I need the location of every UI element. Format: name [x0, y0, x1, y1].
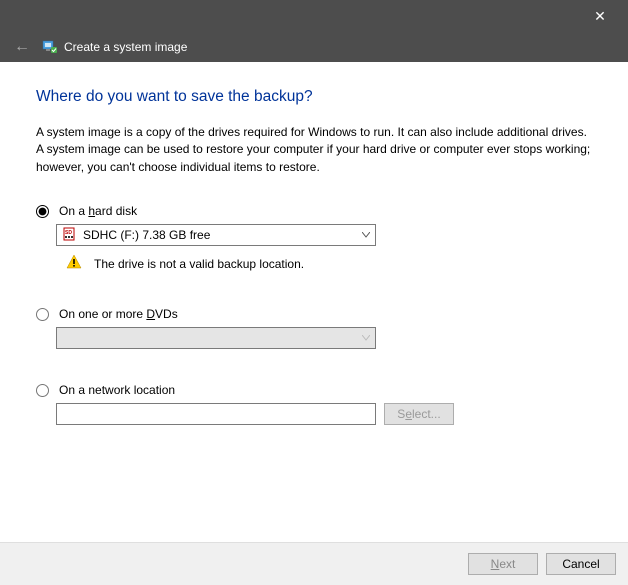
- next-button[interactable]: Next: [468, 553, 538, 575]
- page-description: A system image is a copy of the drives r…: [36, 124, 592, 176]
- radio-network[interactable]: [36, 384, 49, 397]
- window-title: Create a system image: [64, 40, 187, 54]
- network-path-input[interactable]: [56, 403, 376, 425]
- svg-text:SD: SD: [65, 230, 72, 236]
- radio-dvds[interactable]: [36, 308, 49, 321]
- title-bar: ✕: [0, 0, 628, 32]
- network-input-wrap: Select...: [56, 403, 592, 425]
- label-hard-disk: On a hard disk: [59, 204, 137, 218]
- dvd-combobox: [56, 327, 376, 349]
- back-button[interactable]: ←: [14, 38, 30, 56]
- warning-icon: [66, 254, 82, 273]
- sd-card-icon: SD: [63, 227, 77, 244]
- wizard-content: Where do you want to save the backup? A …: [0, 62, 628, 542]
- warning-row: The drive is not a valid backup location…: [66, 254, 592, 273]
- page-heading: Where do you want to save the backup?: [36, 88, 592, 106]
- select-network-button[interactable]: Select...: [384, 403, 454, 425]
- wizard-header: ← Create a system image: [0, 32, 628, 62]
- drive-combobox[interactable]: SD SDHC (F:) 7.38 GB free: [56, 224, 376, 246]
- close-button[interactable]: ✕: [580, 0, 620, 32]
- hard-disk-combo-wrap: SD SDHC (F:) 7.38 GB free: [56, 224, 592, 246]
- app-icon: [42, 39, 58, 55]
- option-hard-disk: On a hard disk SD SDHC (F:) 7.38 GB free: [36, 204, 592, 273]
- dvds-combo-wrap: [56, 327, 592, 349]
- chevron-down-icon: [357, 328, 375, 348]
- warning-text: The drive is not a valid backup location…: [94, 257, 304, 271]
- drive-selected-text: SDHC (F:) 7.38 GB free: [83, 228, 357, 242]
- option-network: On a network location Select...: [36, 383, 592, 425]
- wizard-footer: Next Cancel: [0, 542, 628, 585]
- radio-hard-disk[interactable]: [36, 205, 49, 218]
- cancel-button[interactable]: Cancel: [546, 553, 616, 575]
- option-dvds-row[interactable]: On one or more DVDs: [36, 307, 592, 321]
- close-icon: ✕: [594, 8, 606, 25]
- label-dvds: On one or more DVDs: [59, 307, 178, 321]
- option-network-row[interactable]: On a network location: [36, 383, 592, 397]
- chevron-down-icon: [357, 225, 375, 245]
- option-hard-disk-row[interactable]: On a hard disk: [36, 204, 592, 218]
- option-dvds: On one or more DVDs: [36, 307, 592, 349]
- label-network: On a network location: [59, 383, 175, 397]
